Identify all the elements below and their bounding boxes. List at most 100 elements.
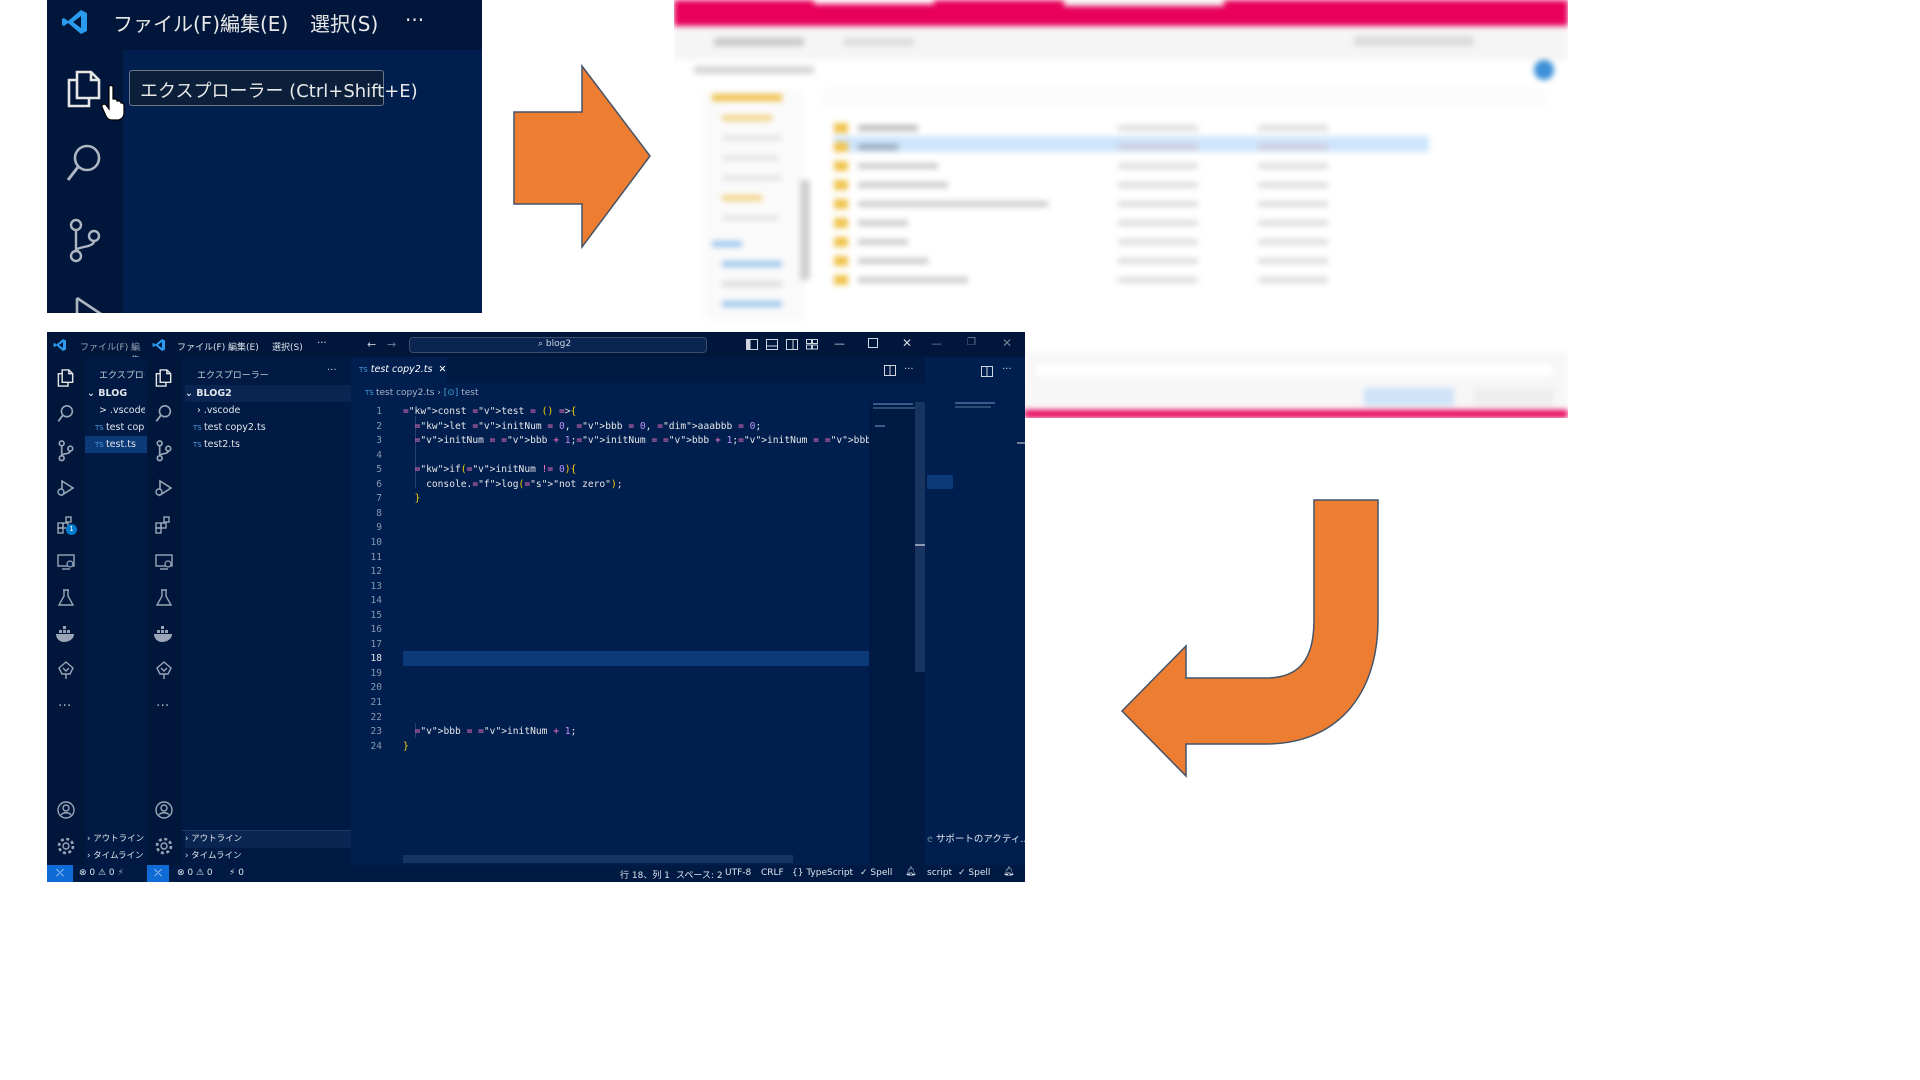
folder-blog2[interactable]: ⌄ BLOG2 bbox=[185, 385, 351, 402]
back-timeline[interactable]: › タイムライン bbox=[87, 848, 145, 865]
code-line[interactable]: 15 bbox=[351, 609, 869, 624]
zoom-menu-edit[interactable]: 編集(E) bbox=[220, 8, 288, 37]
editor-more-actions-icon[interactable]: ··· bbox=[904, 364, 914, 375]
close-tab-icon[interactable]: ✕ bbox=[439, 364, 447, 375]
back-explorer-icon[interactable] bbox=[56, 368, 76, 388]
explorer-icon[interactable] bbox=[154, 368, 174, 388]
eol-setting[interactable]: CRLF bbox=[761, 868, 784, 878]
extensions-icon[interactable] bbox=[154, 515, 174, 535]
back-item-test[interactable]: TS test.ts bbox=[85, 436, 147, 453]
explorer-icon[interactable] bbox=[65, 68, 105, 110]
code-line[interactable]: 5 ="kw">if(="v">initNum != 0){ bbox=[351, 463, 869, 478]
code-line[interactable]: 24} bbox=[351, 740, 869, 755]
settings-gear-icon[interactable] bbox=[154, 836, 174, 856]
menu-edit[interactable]: 編集(E) bbox=[228, 340, 259, 353]
code-line[interactable]: 3 ="v">initNum = ="v">bbb + 1;="v">initN… bbox=[351, 434, 869, 449]
back-docker-icon[interactable] bbox=[55, 624, 77, 644]
toggle-secondary-sidebar-icon[interactable] bbox=[786, 339, 798, 350]
docker-icon[interactable] bbox=[153, 624, 175, 644]
menu-select[interactable]: 選択(S) bbox=[272, 340, 303, 353]
code-line[interactable]: 13 bbox=[351, 580, 869, 595]
back-problems-indicator[interactable]: ⊗ 0 ⚠ 0 ⚡ bbox=[79, 868, 124, 878]
back-language-mode[interactable]: script bbox=[927, 868, 952, 878]
run-debug-icon[interactable] bbox=[73, 296, 103, 313]
horizontal-scrollbar[interactable] bbox=[403, 855, 793, 863]
remote-explorer-icon[interactable] bbox=[154, 552, 174, 572]
back-item-test-copy[interactable]: TS test cop bbox=[95, 419, 145, 436]
code-line[interactable]: 20 bbox=[351, 681, 869, 696]
back-tree-icon[interactable] bbox=[56, 660, 76, 680]
maximize-icon[interactable] bbox=[868, 338, 878, 348]
code-line[interactable]: 1 ="kw">const ="v">test = () =>{ bbox=[351, 405, 869, 420]
command-center-search[interactable]: ⌕ blog2 bbox=[409, 337, 707, 353]
back-outline[interactable]: › アウトライン bbox=[87, 831, 145, 848]
editor-area[interactable]: 1 ="kw">const ="v">test = () =>{2 ="kw">l… bbox=[351, 402, 869, 865]
code-line[interactable]: 11 bbox=[351, 551, 869, 566]
zoom-menu-more[interactable]: ··· bbox=[405, 8, 424, 32]
toggle-panel-icon[interactable] bbox=[766, 339, 778, 350]
close-window-icon[interactable]: ✕ bbox=[902, 336, 912, 350]
spell-check-status[interactable]: ✓ Spell bbox=[860, 868, 892, 878]
back-more-icon[interactable]: ··· bbox=[58, 698, 71, 714]
split-editor-icon[interactable] bbox=[884, 365, 896, 376]
code-line[interactable]: 19 bbox=[351, 667, 869, 682]
back-restore-icon[interactable]: ❐ bbox=[967, 337, 976, 348]
back-split-editor-icon[interactable] bbox=[981, 366, 993, 377]
back-minimize-icon[interactable]: — bbox=[931, 337, 942, 350]
breadcrumb-symbol[interactable]: test bbox=[461, 388, 478, 398]
cursor-position[interactable]: 行 18、列 1 bbox=[620, 868, 670, 881]
more-views-icon[interactable]: ··· bbox=[156, 698, 169, 714]
back-notifications-bell-icon[interactable]: 🔔︎ bbox=[1003, 867, 1014, 877]
back-search-icon[interactable] bbox=[56, 404, 76, 424]
language-mode[interactable]: {} TypeScript bbox=[792, 868, 853, 878]
folder-vscode[interactable]: › .vscode bbox=[197, 402, 240, 419]
back-source-control-icon[interactable] bbox=[57, 440, 75, 462]
toggle-primary-sidebar-icon[interactable] bbox=[746, 339, 758, 350]
explorer-more-actions[interactable]: ··· bbox=[327, 365, 337, 376]
back-remote-explorer-icon[interactable] bbox=[56, 552, 76, 572]
code-line[interactable]: 22 bbox=[351, 711, 869, 726]
code-line[interactable]: 8 bbox=[351, 507, 869, 522]
remote-indicator-icon[interactable]: ⤫ bbox=[147, 865, 169, 882]
zoom-menu-file[interactable]: ファイル(F) bbox=[113, 8, 220, 37]
encoding-setting[interactable]: UTF-8 bbox=[725, 868, 751, 878]
back-arrow-icon[interactable]: ← bbox=[367, 338, 376, 351]
back-run-debug-icon[interactable] bbox=[56, 478, 76, 498]
ports-indicator[interactable]: ⚡ 0 bbox=[229, 868, 244, 878]
indentation-setting[interactable]: スペース: 2 bbox=[676, 868, 723, 881]
back-item-vscode[interactable]: > .vscode bbox=[99, 402, 145, 419]
outline-section[interactable]: › アウトライン bbox=[185, 831, 351, 848]
timeline-section[interactable]: › タイムライン bbox=[185, 848, 351, 865]
code-line[interactable]: 7 } bbox=[351, 492, 869, 507]
code-line[interactable]: 2 ="kw">let ="v">initNum = 0, ="v">bbb =… bbox=[351, 420, 869, 435]
search-icon[interactable] bbox=[154, 404, 174, 424]
tree-icon[interactable] bbox=[154, 660, 174, 680]
testing-icon[interactable] bbox=[154, 588, 174, 608]
forward-arrow-icon[interactable]: → bbox=[387, 338, 396, 351]
code-line[interactable]: 4 bbox=[351, 449, 869, 464]
menu-file[interactable]: ファイル(F) bbox=[177, 340, 225, 353]
code-line[interactable]: 17 bbox=[351, 638, 869, 653]
problems-indicator[interactable]: ⊗ 0 ⚠ 0 bbox=[177, 868, 213, 878]
back-remote-indicator-icon[interactable]: ⤫ bbox=[47, 865, 73, 882]
back-testing-icon[interactable] bbox=[56, 588, 76, 608]
search-icon[interactable] bbox=[65, 142, 105, 186]
code-line[interactable]: 16 bbox=[351, 623, 869, 638]
notifications-bell-icon[interactable]: 🔔︎ bbox=[905, 867, 916, 877]
source-control-icon[interactable] bbox=[67, 218, 103, 264]
file-test2[interactable]: TS test2.ts bbox=[193, 436, 240, 453]
code-line[interactable]: 14 bbox=[351, 594, 869, 609]
back-more-actions-icon[interactable]: ··· bbox=[1002, 364, 1012, 375]
back-menu-file[interactable]: ファイル(F) bbox=[80, 340, 128, 353]
code-line[interactable]: 9 bbox=[351, 521, 869, 536]
code-line[interactable]: 10 bbox=[351, 536, 869, 551]
back-spell-check-status[interactable]: ✓ Spell bbox=[958, 868, 990, 878]
file-test-copy2[interactable]: TS test copy2.ts bbox=[193, 419, 266, 436]
editor-scrollbar[interactable] bbox=[915, 402, 925, 672]
code-line[interactable]: 18 bbox=[351, 652, 869, 667]
customize-layout-icon[interactable] bbox=[806, 339, 818, 350]
menu-more[interactable]: ··· bbox=[317, 338, 327, 349]
back-account-icon[interactable] bbox=[56, 800, 76, 820]
code-line[interactable]: 12 bbox=[351, 565, 869, 580]
back-settings-gear-icon[interactable] bbox=[56, 836, 76, 856]
